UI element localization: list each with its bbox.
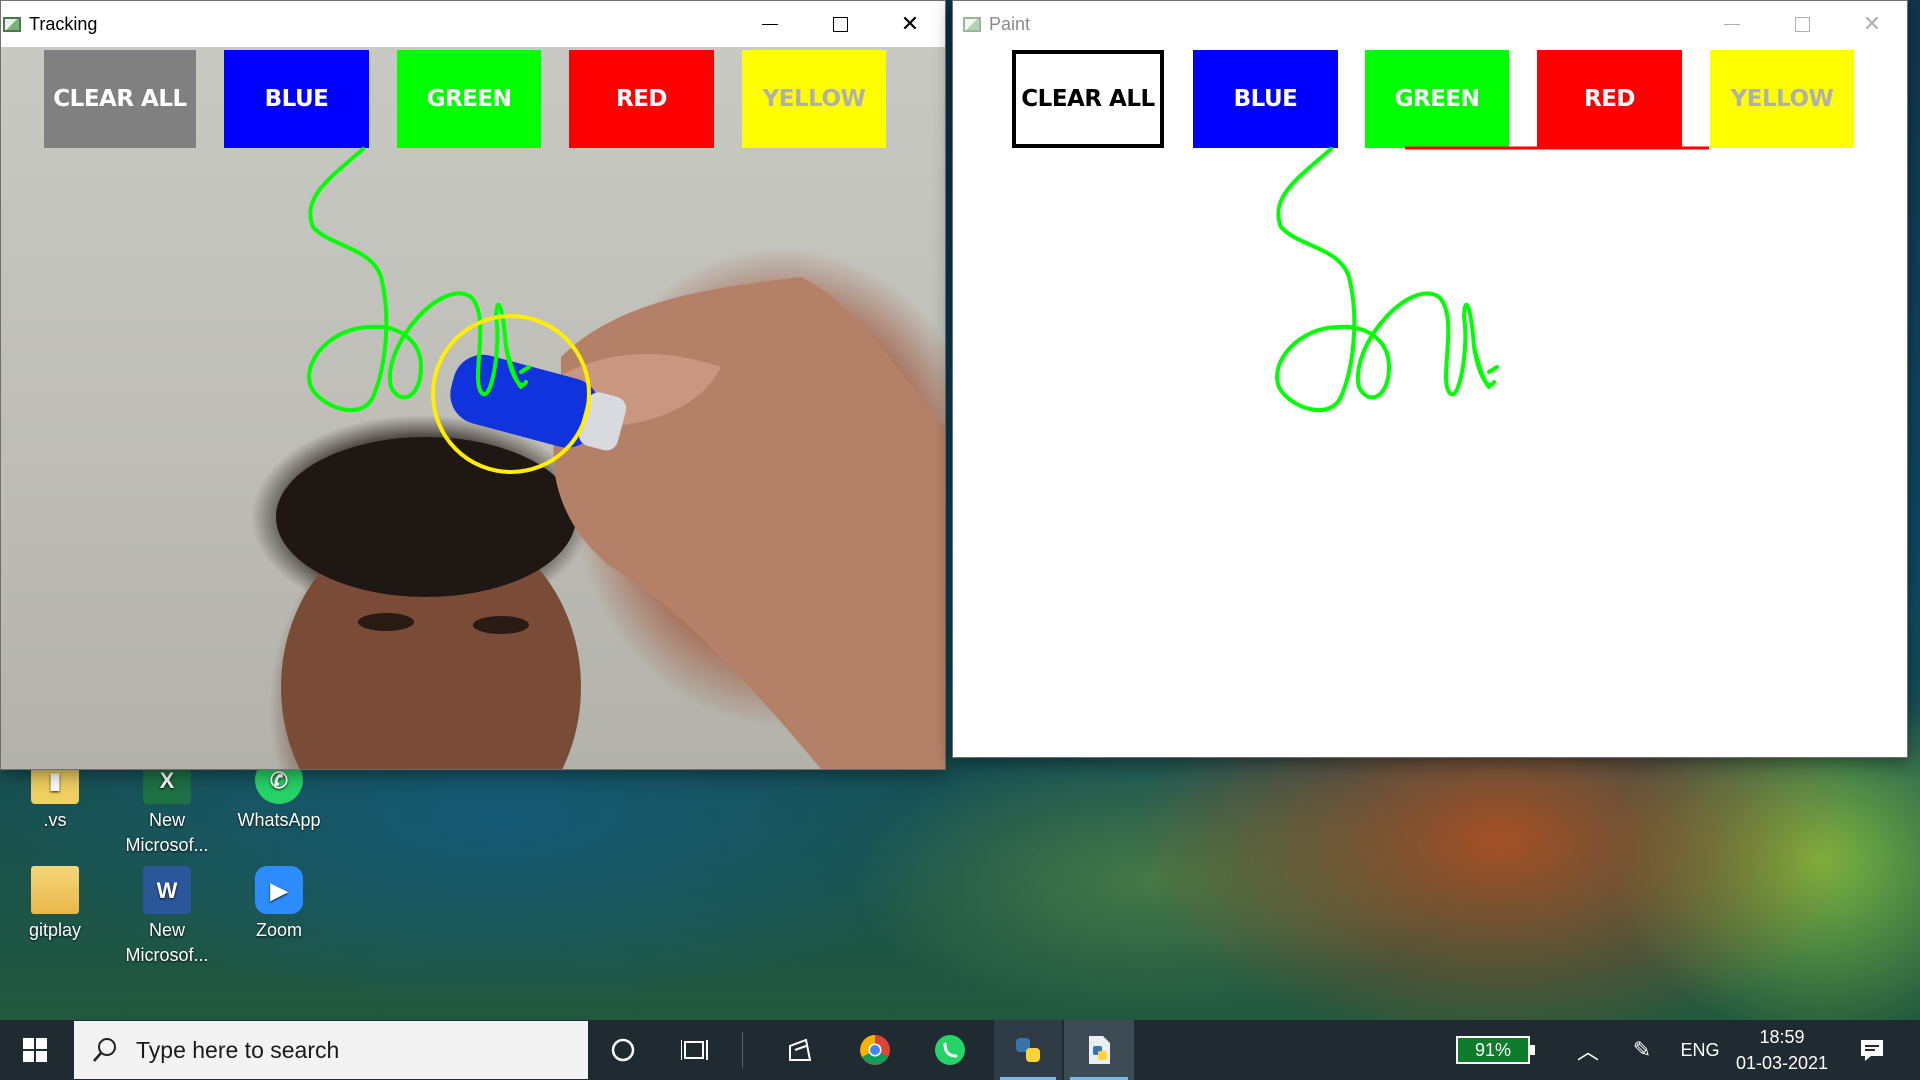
pen-workspace-button[interactable]: ✎ <box>1622 1020 1662 1080</box>
start-button[interactable] <box>0 1020 70 1080</box>
taskbar-app-whatsapp[interactable] <box>915 1020 985 1080</box>
paint-overlay <box>1275 146 1709 413</box>
desktop-icon-word[interactable]: W New Microsof... <box>117 866 217 968</box>
hair-shape <box>276 437 576 597</box>
desktop-icon-zoom[interactable]: ▶ Zoom <box>229 866 329 943</box>
maximize-button[interactable] <box>805 1 875 47</box>
pen-icon: ✎ <box>1632 1037 1652 1062</box>
taskbar-divider <box>742 1032 743 1068</box>
close-icon: ✕ <box>1862 11 1882 36</box>
notification-icon <box>1861 1040 1883 1061</box>
window-title: Tracking <box>29 13 98 34</box>
taskbar-app-python[interactable] <box>994 1020 1062 1080</box>
taskbar-app-editor[interactable] <box>765 1020 835 1080</box>
eye-shape <box>473 616 529 634</box>
window-app-icon <box>3 16 21 32</box>
green-stroke <box>307 147 531 413</box>
cortana-icon <box>611 1038 635 1062</box>
chevron-up-icon: ︿ <box>1576 1039 1599 1064</box>
tracking-window[interactable]: Tracking ✕ CLEAR ALL BLUE GREEN RED YELL… <box>0 0 946 770</box>
language-label: ENG <box>1680 1039 1720 1060</box>
windows-logo-icon <box>23 1038 47 1062</box>
action-center-button[interactable] <box>1842 1020 1902 1080</box>
clock-date: 01-03-2021 <box>1735 1053 1829 1073</box>
search-box[interactable]: Type here to search <box>74 1021 588 1079</box>
tracking-overlay <box>276 147 945 769</box>
desktop-icon-gitplay[interactable]: gitplay <box>5 866 105 943</box>
zoom-icon: ▶ <box>255 866 303 914</box>
cortana-button[interactable] <box>588 1020 658 1080</box>
python-file-icon <box>1089 1036 1110 1064</box>
minimize-icon <box>762 23 778 25</box>
minimize-button[interactable] <box>1697 1 1767 47</box>
tracking-titlebar[interactable]: Tracking ✕ <box>1 1 945 47</box>
show-hidden-icons-button[interactable]: ︿ <box>1568 1020 1608 1080</box>
folder-icon <box>31 866 79 914</box>
desktop-icon-excel[interactable]: X New Microsof... <box>117 756 217 858</box>
desktop-icon-label: gitplay <box>28 920 82 940</box>
language-indicator[interactable]: ENG <box>1670 1020 1730 1080</box>
close-button[interactable]: ✕ <box>1837 1 1907 47</box>
clock[interactable]: 18:59 01-03-2021 <box>1732 1020 1832 1080</box>
taskbar-app-chrome[interactable] <box>840 1020 910 1080</box>
window-app-icon <box>963 16 981 32</box>
paint-canvas[interactable]: CLEAR ALL BLUE GREEN RED YELLOW <box>953 47 1905 757</box>
desktop-icon-label: .vs <box>43 810 67 830</box>
chrome-icon <box>860 1035 890 1065</box>
minimize-icon <box>1724 23 1740 25</box>
clock-time: 18:59 <box>1759 1027 1805 1047</box>
maximize-button[interactable] <box>1767 1 1837 47</box>
task-view-icon <box>681 1040 708 1060</box>
window-title: Paint <box>989 13 1031 34</box>
taskbar-app-python-window[interactable] <box>1064 1020 1134 1080</box>
pen-app-icon <box>789 1038 812 1061</box>
close-button[interactable]: ✕ <box>875 1 945 47</box>
hand-shape <box>553 277 945 769</box>
search-placeholder: Type here to search <box>136 1036 340 1063</box>
search-icon <box>93 1038 116 1062</box>
camera-feed: CLEAR ALL BLUE GREEN RED YELLOW <box>1 47 945 769</box>
paint-window[interactable]: Paint ✕ CLEAR ALL BLUE GREEN RED YELLOW <box>952 0 1908 758</box>
close-icon: ✕ <box>900 11 920 36</box>
minimize-button[interactable] <box>735 1 805 47</box>
maximize-icon <box>1794 16 1810 32</box>
desktop-icon-label: Zoom <box>255 920 302 940</box>
word-icon: W <box>143 866 191 914</box>
maximize-icon <box>832 16 848 32</box>
green-stroke <box>1275 147 1499 413</box>
task-view-button[interactable] <box>660 1020 730 1080</box>
eye-shape <box>358 613 414 631</box>
desktop-icon-label: WhatsApp <box>237 810 321 830</box>
taskbar: Type here to search 91% ︿ ✎ ENG 18:59 01… <box>0 1020 1920 1080</box>
battery-indicator[interactable]: 91% <box>1456 1036 1535 1064</box>
python-icon <box>1016 1038 1040 1062</box>
battery-percent: 91% <box>1474 1039 1512 1060</box>
desktop-icon-label: New Microsof... <box>125 920 209 965</box>
whatsapp-icon <box>935 1035 965 1065</box>
desktop-icon-label: New Microsof... <box>125 810 209 855</box>
paint-titlebar[interactable]: Paint ✕ <box>953 1 1907 47</box>
